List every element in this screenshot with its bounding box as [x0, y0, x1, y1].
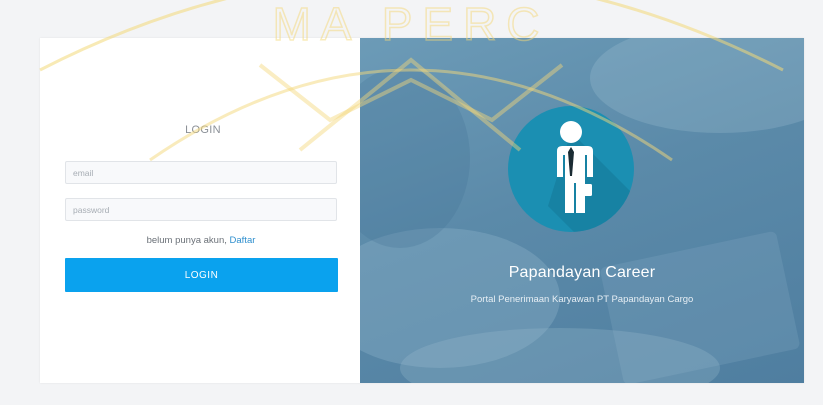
register-prompt: belum punya akun, Daftar: [65, 235, 337, 246]
login-heading: LOGIN: [185, 124, 221, 136]
businessman-icon: [508, 106, 634, 232]
login-panel: LOGIN belum punya akun, Daftar LOGIN: [40, 38, 360, 383]
login-button[interactable]: LOGIN: [65, 258, 338, 292]
hero-panel: Papandayan Career Portal Penerimaan Kary…: [360, 38, 804, 383]
login-card: LOGIN belum punya akun, Daftar LOGIN: [40, 38, 804, 383]
email-field[interactable]: [65, 161, 337, 184]
brand-tagline: Portal Penerimaan Karyawan PT Papandayan…: [470, 294, 694, 305]
brand-name: Papandayan Career: [508, 264, 656, 281]
register-link[interactable]: Daftar: [230, 235, 256, 246]
password-field[interactable]: [65, 198, 337, 221]
register-prompt-text: belum punya akun,: [146, 235, 230, 246]
